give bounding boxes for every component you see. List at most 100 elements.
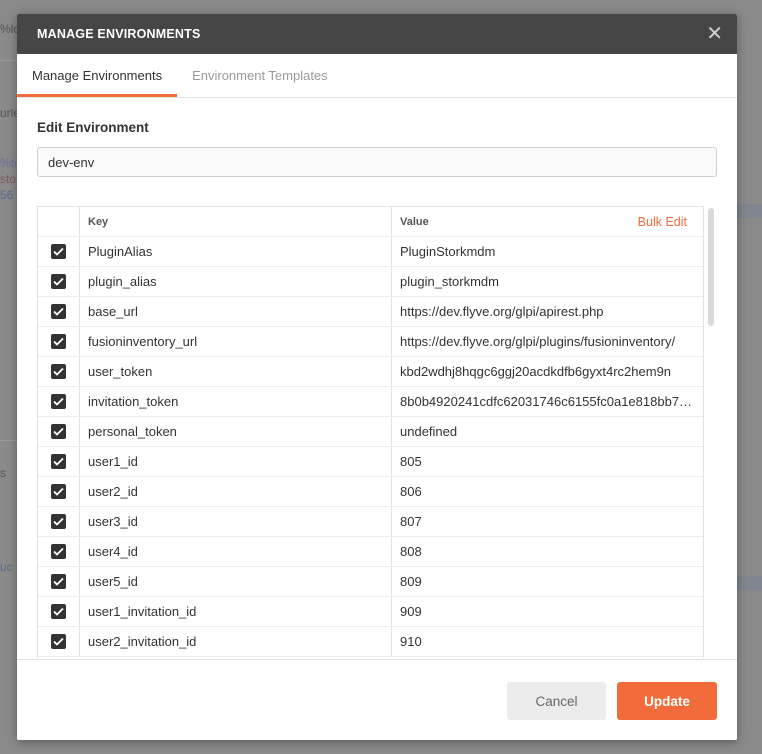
bg-divider	[0, 440, 17, 441]
row-value-cell[interactable]: 808	[392, 537, 703, 566]
check-icon	[53, 247, 64, 256]
row-check-cell	[38, 567, 80, 596]
table-row: user1_invitation_id 909	[38, 597, 703, 627]
close-icon[interactable]: ✕	[706, 24, 723, 44]
key-column-header: Key	[80, 207, 392, 236]
row-value-text: https://dev.flyve.org/glpi/apirest.php	[400, 304, 604, 319]
row-value-text: undefined	[400, 424, 458, 439]
row-value-cell[interactable]: https://dev.flyve.org/glpi/apirest.php	[392, 297, 703, 326]
row-enabled-checkbox[interactable]	[51, 454, 66, 469]
table-row: invitation_token 8b0b4920241cdfc62031746c…	[38, 387, 703, 417]
row-value-cell[interactable]: undefined	[392, 417, 703, 446]
row-enabled-checkbox[interactable]	[51, 544, 66, 559]
row-value-cell[interactable]: 8b0b4920241cdfc62031746c6155fc0a1e818bb7…	[392, 387, 703, 416]
row-check-cell	[38, 327, 80, 356]
row-value-cell[interactable]: 910	[392, 627, 703, 656]
row-enabled-checkbox[interactable]	[51, 484, 66, 499]
row-value-cell[interactable]: kbd2wdhj8hqgc6ggj20acdkdfb6gyxt4rc2hem9n	[392, 357, 703, 386]
check-icon	[53, 397, 64, 406]
row-check-cell	[38, 537, 80, 566]
row-value-cell[interactable]: plugin_storkmdm	[392, 267, 703, 296]
table-row: user5_id 809	[38, 567, 703, 597]
tab-bar: Manage Environments Environment Template…	[17, 54, 737, 98]
row-value-cell[interactable]: 805	[392, 447, 703, 476]
row-enabled-checkbox[interactable]	[51, 574, 66, 589]
table-row: user2_id 806	[38, 477, 703, 507]
row-enabled-checkbox[interactable]	[51, 424, 66, 439]
row-value-cell[interactable]: https://dev.flyve.org/glpi/plugins/fusio…	[392, 327, 703, 356]
row-value-text: 805	[400, 454, 422, 469]
row-enabled-checkbox[interactable]	[51, 274, 66, 289]
row-key-cell[interactable]: user5_id	[80, 567, 392, 596]
table-body: PluginAlias PluginStorkmdm plugin_alias plu…	[38, 237, 703, 657]
check-icon	[53, 427, 64, 436]
row-enabled-checkbox[interactable]	[51, 634, 66, 649]
row-enabled-checkbox[interactable]	[51, 394, 66, 409]
row-value-text: PluginStorkmdm	[400, 244, 496, 259]
row-value-cell[interactable]: PluginStorkmdm	[392, 237, 703, 266]
row-check-cell	[38, 477, 80, 506]
row-key-cell[interactable]: personal_token	[80, 417, 392, 446]
check-icon	[53, 337, 64, 346]
row-key-cell[interactable]: user_token	[80, 357, 392, 386]
scrollbar-thumb[interactable]	[708, 208, 714, 326]
row-value-text: plugin_storkmdm	[400, 274, 499, 289]
check-icon	[53, 547, 64, 556]
check-icon	[53, 367, 64, 376]
bg-fragment: sto	[0, 172, 17, 186]
table-row: base_url https://dev.flyve.org/glpi/apire…	[38, 297, 703, 327]
check-icon	[53, 487, 64, 496]
update-button[interactable]: Update	[617, 682, 717, 720]
bg-fragment: %los	[0, 22, 17, 36]
check-icon	[53, 517, 64, 526]
check-icon	[53, 307, 64, 316]
row-value-text: 809	[400, 574, 422, 589]
table-scrollbar[interactable]	[707, 208, 715, 658]
bg-fragment: 56	[0, 188, 14, 202]
value-header-label: Value	[400, 215, 429, 228]
row-value-cell[interactable]: 807	[392, 507, 703, 536]
row-check-cell	[38, 627, 80, 656]
row-key-cell[interactable]: invitation_token	[80, 387, 392, 416]
row-value-cell[interactable]: 909	[392, 597, 703, 626]
row-value-cell[interactable]: 809	[392, 567, 703, 596]
table-row: user_token kbd2wdhj8hqgc6ggj20acdkdfb6gyx…	[38, 357, 703, 387]
row-enabled-checkbox[interactable]	[51, 604, 66, 619]
bg-fragment: s	[0, 466, 6, 480]
row-enabled-checkbox[interactable]	[51, 334, 66, 349]
bg-highlight	[737, 204, 762, 218]
row-key-cell[interactable]: user4_id	[80, 537, 392, 566]
row-value-cell[interactable]: 806	[392, 477, 703, 506]
environment-name-input[interactable]	[37, 147, 717, 177]
header-check-cell	[38, 207, 80, 236]
row-key-cell[interactable]: plugin_alias	[80, 267, 392, 296]
check-icon	[53, 637, 64, 646]
bulk-edit-link[interactable]: Bulk Edit	[638, 215, 687, 229]
row-value-text: 8b0b4920241cdfc62031746c6155fc0a1e818bb7…	[400, 394, 695, 409]
row-key-cell[interactable]: user2_invitation_id	[80, 627, 392, 656]
row-key-cell[interactable]: PluginAlias	[80, 237, 392, 266]
row-key-cell[interactable]: user1_id	[80, 447, 392, 476]
row-value-text: 909	[400, 604, 422, 619]
check-icon	[53, 607, 64, 616]
row-key-cell[interactable]: fusioninventory_url	[80, 327, 392, 356]
row-enabled-checkbox[interactable]	[51, 304, 66, 319]
cancel-button[interactable]: Cancel	[507, 682, 606, 720]
row-key-cell[interactable]: user2_id	[80, 477, 392, 506]
row-key-cell[interactable]: user1_invitation_id	[80, 597, 392, 626]
row-enabled-checkbox[interactable]	[51, 514, 66, 529]
table-row: user1_id 805	[38, 447, 703, 477]
row-enabled-checkbox[interactable]	[51, 244, 66, 259]
row-check-cell	[38, 447, 80, 476]
row-key-cell[interactable]: base_url	[80, 297, 392, 326]
table-row: plugin_alias plugin_storkmdm	[38, 267, 703, 297]
row-key-cell[interactable]: user3_id	[80, 507, 392, 536]
tab-manage-environments[interactable]: Manage Environments	[17, 54, 178, 97]
row-value-text: 808	[400, 544, 422, 559]
row-check-cell	[38, 237, 80, 266]
tab-environment-templates[interactable]: Environment Templates	[177, 54, 343, 97]
row-enabled-checkbox[interactable]	[51, 364, 66, 379]
bg-fragment: %te	[0, 156, 17, 170]
row-check-cell	[38, 507, 80, 536]
bg-divider	[0, 60, 17, 61]
